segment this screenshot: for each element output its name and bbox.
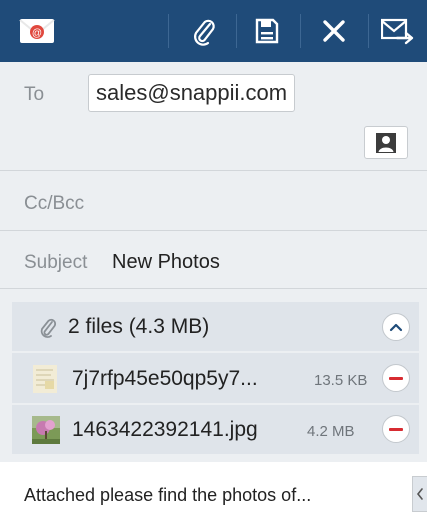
chevron-left-icon bbox=[416, 488, 423, 500]
recipient-chip[interactable]: sales@snappii.com bbox=[88, 74, 296, 112]
file-name-2[interactable]: 1463422392141.jpg bbox=[72, 418, 258, 442]
expand-panel-tab[interactable] bbox=[412, 476, 427, 512]
attach-icon[interactable] bbox=[176, 0, 232, 62]
file-size-1: 13.5 KB bbox=[314, 372, 368, 389]
to-label: To bbox=[24, 84, 45, 105]
minus-icon bbox=[389, 376, 403, 380]
remove-attachment-button[interactable] bbox=[382, 364, 410, 392]
email-app-icon[interactable]: @ bbox=[14, 0, 60, 62]
send-icon[interactable] bbox=[372, 0, 424, 62]
file-thumbnail-1 bbox=[31, 364, 61, 394]
save-draft-icon[interactable] bbox=[240, 0, 294, 62]
recipient-address: sales@snappii.com bbox=[96, 80, 288, 105]
file-name-1[interactable]: 7j7rfp45e50qp5y7... bbox=[72, 367, 258, 391]
attachment-clip-icon bbox=[38, 316, 58, 343]
subject-label: Subject bbox=[24, 252, 88, 273]
collapse-attachments-button[interactable] bbox=[382, 313, 410, 341]
svg-text:@: @ bbox=[32, 28, 42, 39]
contact-icon bbox=[376, 132, 396, 153]
file-size-2: 4.2 MB bbox=[307, 423, 355, 440]
minus-icon bbox=[389, 427, 403, 431]
chevron-up-icon bbox=[389, 323, 403, 332]
file-thumbnail-2 bbox=[31, 415, 61, 445]
discard-icon[interactable] bbox=[304, 0, 364, 62]
ccbcc-field[interactable]: Cc/Bcc bbox=[24, 193, 84, 215]
message-body-text: Attached please find the photos of... bbox=[24, 485, 312, 505]
remove-attachment-button[interactable] bbox=[382, 415, 410, 443]
attachments-summary: 2 files (4.3 MB) bbox=[68, 315, 210, 338]
action-bar: @ bbox=[0, 0, 427, 62]
add-contact-button[interactable] bbox=[364, 126, 408, 159]
subject-field[interactable]: New Photos bbox=[112, 251, 220, 274]
